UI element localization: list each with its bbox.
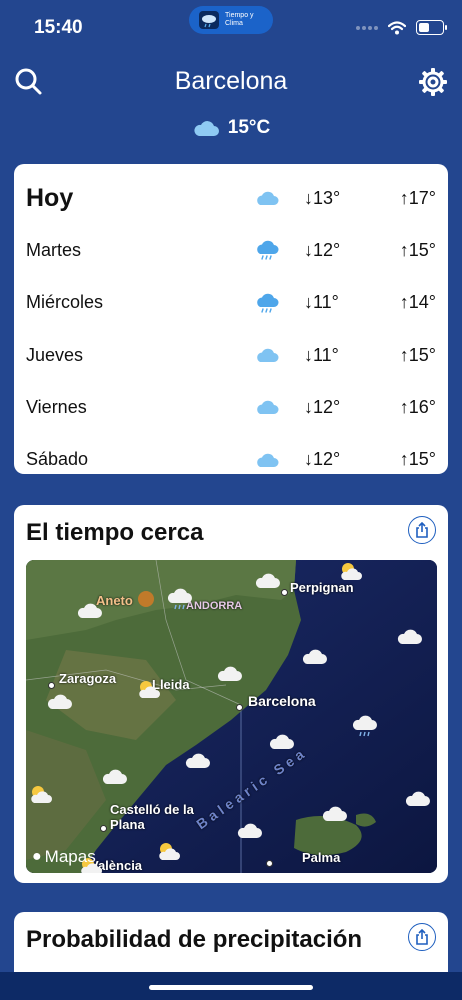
forecast-row[interactable]: Martes ↓12° ↑15° [26,224,436,276]
settings-button[interactable] [417,66,449,98]
cloud-icon [194,121,219,136]
cellular-signal-icon [356,25,378,30]
wifi-icon [388,20,406,34]
home-indicator-area [0,972,462,1000]
cloud-icon [101,768,129,791]
status-time: 15:40 [34,17,83,38]
city-title: Barcelona [174,67,288,95]
city-marker-perpignan [281,589,288,596]
maps-attribution: ● Mapas [32,847,96,867]
forecast-max-temp: ↑15° [399,344,436,365]
rain-cloud-icon [351,715,379,744]
forecast-row[interactable]: Sábado ↓12° ↑15° [26,433,436,485]
forecast-day: Sábado [26,449,89,470]
nearby-weather-card: El tiempo cerca Perpignan Aneto ANDORRA … [14,505,448,883]
share-button[interactable] [408,923,436,951]
map-label-andorra: ANDORRA [186,600,243,612]
weather-map[interactable]: Perpignan Aneto ANDORRA Zaragoza Lleida … [26,560,437,873]
maps-brand-label: Mapas [44,847,96,866]
rain-cloud-icon [252,292,282,314]
forecast-day: Hoy [26,183,74,212]
cloud-icon [216,665,244,688]
cloud-icon [268,733,296,756]
battery-level [419,23,429,32]
gear-icon [419,68,447,96]
cloud-icon [404,790,432,813]
cloud-icon [301,648,329,671]
map-label-castello: Castelló de la Plana [110,802,194,832]
forecast-row[interactable]: Jueves ↓11° ↑15° [26,329,436,381]
forecast-min-temp: ↓11° [304,292,339,313]
cloud-icon [76,602,104,625]
forecast-row[interactable]: Viernes ↓12° ↑16° [26,381,436,433]
forecast-min-temp: ↓13° [304,187,341,208]
forecast-min-temp: ↓12° [304,239,341,260]
cloud-icon [321,805,349,828]
apple-logo-icon: ● [32,848,42,865]
forecast-min-temp: ↓11° [304,344,339,365]
app-weather-icon [199,11,219,29]
home-bar[interactable] [149,985,313,990]
forecast-max-temp: ↑17° [399,187,436,208]
share-button[interactable] [408,516,436,544]
cloud-icon [252,399,282,415]
forecast-day: Martes [26,239,82,260]
cloud-icon [252,452,282,468]
forecast-day: Viernes [26,396,87,417]
rain-cloud-icon [166,588,194,617]
app-pill-label: Tiempo y Clima [225,12,254,27]
status-indicators [356,20,447,35]
partly-sunny-icon [26,783,54,810]
forecast-day: Miércoles [26,292,104,313]
current-conditions: 15°C [0,117,462,139]
map-label-palma: Palma [302,850,341,865]
city-marker-zaragoza [48,682,55,689]
daily-forecast-card: Hoy ↓13° ↑17° Martes ↓12° ↑15° Miércoles ↓11° ↑1… [14,164,448,474]
mountain-icon [138,591,154,607]
rain-cloud-icon [252,239,282,261]
map-label-barcelona: Barcelona [248,693,316,709]
header: Barcelona [0,58,462,108]
status-bar: 15:40 Tiempo y Clima [0,0,462,54]
cloud-icon [236,822,264,845]
cloud-icon [252,347,282,363]
partly-sunny-icon [154,840,182,867]
cloud-icon [254,572,282,595]
map-label-zaragoza: Zaragoza [59,671,117,686]
share-icon [416,522,428,538]
app-activity-pill[interactable]: Tiempo y Clima [189,6,273,34]
current-temperature: 15°C [227,117,271,138]
forecast-max-temp: ↑16° [399,396,436,417]
city-marker-barcelona [236,704,243,711]
city-marker-castello [100,825,107,832]
forecast-day: Jueves [26,344,84,365]
map-section-title: El tiempo cerca [26,519,204,546]
forecast-min-temp: ↓12° [304,449,341,470]
partly-sunny-icon [134,678,162,705]
forecast-row[interactable]: Hoy ↓13° ↑17° [26,172,436,224]
cloud-icon [46,693,74,716]
forecast-max-temp: ↑15° [399,239,436,260]
forecast-row[interactable]: Miércoles ↓11° ↑14° [26,277,436,329]
share-icon [416,929,428,945]
cloud-icon [184,752,212,775]
precip-section-title: Probabilidad de precipitación [26,926,363,953]
cloud-icon [396,628,424,651]
forecast-max-temp: ↑14° [399,292,436,313]
partly-sunny-icon [336,560,364,587]
forecast-min-temp: ↓12° [304,396,341,417]
forecast-max-temp: ↑15° [399,449,436,470]
cloud-icon [252,190,282,206]
city-marker-palma [266,860,273,867]
battery-icon [416,20,447,35]
